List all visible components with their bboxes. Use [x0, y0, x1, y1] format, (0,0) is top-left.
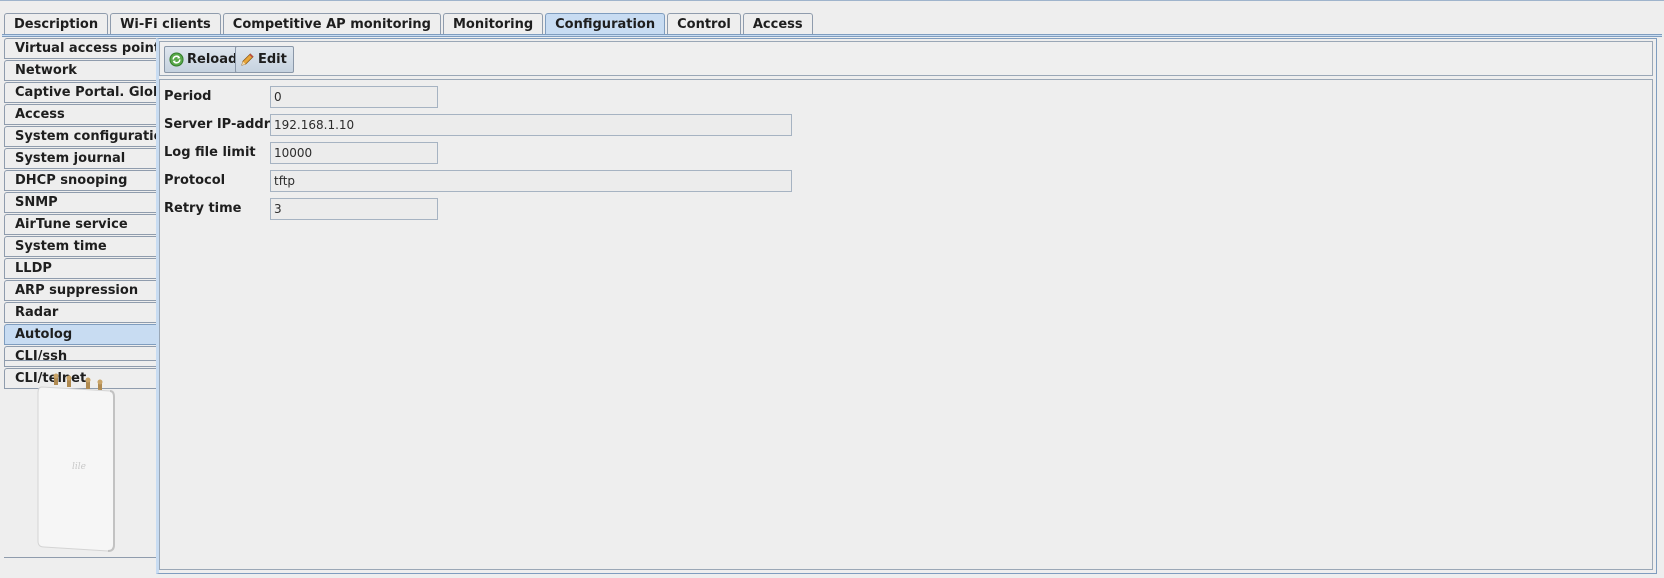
tab-description[interactable]: Description	[4, 13, 109, 35]
protocol-label: Protocol	[164, 173, 226, 188]
protocol-field[interactable]: tftp	[270, 170, 792, 192]
tab-monitoring[interactable]: Monitoring	[442, 13, 544, 35]
tab-bar: Description Wi-Fi clients Competitive AP…	[0, 0, 1664, 37]
tab-control[interactable]: Control	[667, 13, 741, 35]
sidebar-item-arp-suppression[interactable]: ARP suppression	[4, 280, 156, 301]
sidebar-item-system-time[interactable]: System time	[4, 236, 156, 257]
sidebar-item-captive-portal-global[interactable]: Captive Portal. Global	[4, 82, 156, 103]
autolog-settings-form: Period 0 Server IP-address 192.168.1.10 …	[159, 79, 1653, 570]
sidebar-item-radar[interactable]: Radar	[4, 302, 156, 323]
log-file-limit-field[interactable]: 10000	[270, 142, 438, 164]
edit-button[interactable]: Edit	[235, 46, 294, 73]
sidebar-item-dhcp-snooping[interactable]: DHCP snooping	[4, 170, 156, 191]
period-label: Period	[164, 89, 212, 104]
retry-time-label: Retry time	[164, 201, 242, 216]
server-ip-field[interactable]: 192.168.1.10	[270, 114, 792, 136]
sidebar-item-network[interactable]: Network	[4, 60, 156, 81]
sidebar-item-lldp[interactable]: LLDP	[4, 258, 156, 279]
device-image-panel: lile	[4, 360, 156, 558]
sidebar-item-autolog[interactable]: Autolog	[4, 324, 156, 345]
sidebar-item-access[interactable]: Access	[4, 104, 156, 125]
retry-time-field[interactable]: 3	[270, 198, 438, 220]
edit-button-label: Edit	[258, 52, 287, 67]
pencil-icon	[241, 53, 254, 66]
reload-button[interactable]: Reload	[164, 46, 245, 73]
period-field[interactable]: 0	[270, 86, 438, 108]
reload-button-label: Reload	[187, 52, 238, 67]
main-panel: Reload Edit Period 0 Server IP-address 1…	[156, 38, 1657, 574]
tab-wifi-clients[interactable]: Wi-Fi clients	[110, 13, 221, 35]
refresh-icon	[169, 52, 184, 67]
sidebar-item-snmp[interactable]: SNMP	[4, 192, 156, 213]
sidebar-item-system-journal[interactable]: System journal	[4, 148, 156, 169]
tab-list: Description Wi-Fi clients Competitive AP…	[4, 13, 815, 35]
svg-text:lile: lile	[72, 462, 86, 472]
tab-access[interactable]: Access	[742, 13, 813, 35]
log-file-limit-label: Log file limit	[164, 145, 256, 160]
sidebar-item-system-configuration[interactable]: System configuration	[4, 126, 156, 147]
toolbar: Reload Edit	[159, 41, 1653, 76]
access-point-device-image: lile	[37, 373, 115, 552]
sidebar-item-airtune-service[interactable]: AirTune service	[4, 214, 156, 235]
sidebar: Virtual access points Network Captive Po…	[4, 38, 157, 558]
tab-configuration[interactable]: Configuration	[545, 13, 666, 35]
sidebar-item-virtual-access-points[interactable]: Virtual access points	[4, 38, 156, 59]
tab-competitive-ap-monitoring[interactable]: Competitive AP monitoring	[222, 13, 441, 35]
tab-underline	[2, 34, 1662, 37]
